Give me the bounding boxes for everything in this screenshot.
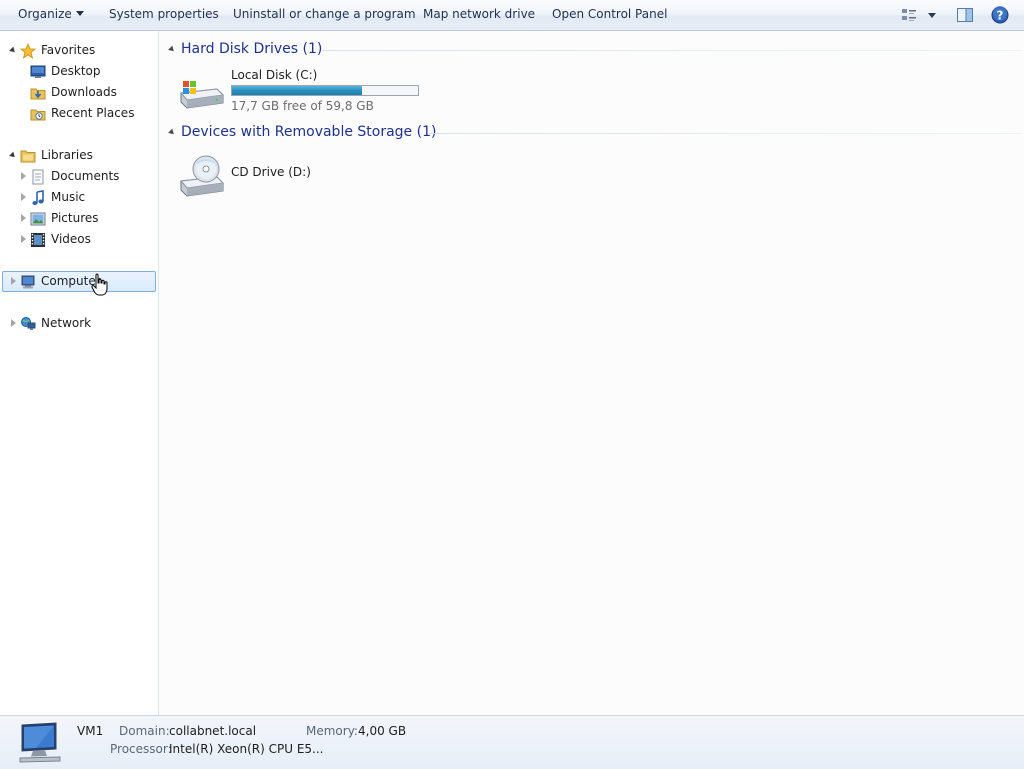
drive-name: CD Drive (D:) bbox=[231, 165, 311, 179]
recent-places-icon bbox=[30, 106, 46, 122]
expand-icon[interactable] bbox=[21, 193, 26, 201]
processor-label: Processor: bbox=[110, 742, 172, 756]
downloads-folder-icon bbox=[30, 85, 46, 101]
processor-value: Intel(R) Xeon(R) CPU E5... bbox=[169, 742, 324, 756]
nav-favorites[interactable]: Favorites bbox=[0, 40, 158, 61]
expand-icon[interactable] bbox=[21, 235, 26, 243]
collapse-group-icon[interactable] bbox=[168, 128, 176, 137]
nav-item-documents[interactable]: Documents bbox=[0, 166, 158, 187]
collapse-group-icon[interactable] bbox=[168, 45, 176, 54]
drive-usage-fill bbox=[232, 86, 363, 95]
nav-item-label: Videos bbox=[51, 232, 91, 246]
cd-drive-icon bbox=[177, 151, 225, 199]
domain-label: Domain: bbox=[119, 724, 170, 738]
nav-item-videos[interactable]: Videos bbox=[0, 229, 158, 250]
expand-icon[interactable] bbox=[11, 277, 16, 285]
nav-item-music[interactable]: Music bbox=[0, 187, 158, 208]
nav-item-downloads[interactable]: Downloads bbox=[0, 82, 158, 103]
network-icon bbox=[20, 316, 36, 332]
nav-item-label: Desktop bbox=[51, 64, 101, 78]
nav-computer[interactable]: Computer bbox=[0, 271, 158, 292]
expand-icon[interactable] bbox=[21, 172, 26, 180]
nav-item-label: Recent Places bbox=[51, 106, 135, 120]
drive-usage-bar bbox=[231, 85, 419, 96]
nav-network-label: Network bbox=[41, 316, 92, 330]
nav-libraries[interactable]: Libraries bbox=[0, 145, 158, 166]
help-icon[interactable]: ? bbox=[991, 6, 1009, 24]
views-icon[interactable] bbox=[901, 6, 919, 24]
command-bar: Organize System properties Uninstall or … bbox=[0, 0, 1024, 31]
memory-value: 4,00 GB bbox=[358, 724, 407, 738]
drive-name: Local Disk (C:) bbox=[231, 68, 318, 82]
desktop-icon bbox=[30, 64, 46, 80]
organize-button[interactable]: Organize bbox=[18, 7, 84, 21]
drive-item-cd-drive-d[interactable]: CD Drive (D:) bbox=[175, 149, 425, 199]
map-network-drive-button[interactable]: Map network drive bbox=[423, 7, 535, 21]
pictures-icon bbox=[30, 211, 46, 227]
hand-cursor-icon bbox=[91, 273, 109, 297]
videos-icon bbox=[30, 232, 46, 248]
preview-pane-icon[interactable] bbox=[956, 6, 974, 24]
nav-item-label: Pictures bbox=[51, 211, 99, 225]
svg-text:?: ? bbox=[997, 9, 1004, 23]
group-header-hard-disks[interactable]: Hard Disk Drives (1) bbox=[181, 41, 322, 57]
expand-icon[interactable] bbox=[9, 151, 17, 160]
nav-item-recent-places[interactable]: Recent Places bbox=[0, 103, 158, 124]
nav-item-desktop[interactable]: Desktop bbox=[0, 61, 158, 82]
drive-item-local-disk-c[interactable]: Local Disk (C:) 17,7 GB free of 59,8 GB bbox=[175, 67, 425, 115]
computer-large-icon bbox=[16, 721, 64, 765]
organize-label: Organize bbox=[18, 7, 72, 21]
group-header-removable[interactable]: Devices with Removable Storage (1) bbox=[181, 124, 436, 140]
nav-item-label: Music bbox=[51, 190, 86, 204]
organize-dropdown-icon bbox=[75, 11, 84, 16]
domain-value: collabnet.local bbox=[169, 724, 257, 738]
system-properties-button[interactable]: System properties bbox=[109, 7, 219, 21]
nav-network[interactable]: Network bbox=[0, 313, 158, 334]
nav-libraries-label: Libraries bbox=[41, 148, 93, 162]
memory-label: Memory: bbox=[306, 724, 358, 738]
views-dropdown-icon[interactable] bbox=[924, 6, 942, 24]
group-divider bbox=[322, 50, 1022, 51]
star-icon bbox=[19, 42, 37, 59]
navigation-pane: Favorites Desktop Downloads Recent Place… bbox=[0, 31, 159, 715]
documents-icon bbox=[30, 169, 46, 185]
uninstall-program-button[interactable]: Uninstall or change a program bbox=[233, 7, 416, 21]
expand-icon[interactable] bbox=[21, 214, 26, 222]
drive-free-space: 17,7 GB free of 59,8 GB bbox=[231, 99, 374, 113]
libraries-icon bbox=[20, 148, 36, 164]
group-divider bbox=[429, 133, 1022, 134]
computer-icon bbox=[20, 274, 36, 290]
computer-name: VM1 bbox=[77, 724, 104, 738]
nav-favorites-label: Favorites bbox=[41, 43, 96, 57]
nav-item-pictures[interactable]: Pictures bbox=[0, 208, 158, 229]
nav-item-label: Documents bbox=[51, 169, 120, 183]
expand-icon[interactable] bbox=[9, 46, 17, 55]
content-area: Hard Disk Drives (1) Local Disk (C:) 17,… bbox=[159, 31, 1024, 715]
details-pane: VM1 Domain: collabnet.local Memory: 4,00… bbox=[0, 715, 1024, 769]
expand-icon[interactable] bbox=[11, 319, 16, 327]
nav-item-label: Downloads bbox=[51, 85, 117, 99]
open-control-panel-button[interactable]: Open Control Panel bbox=[552, 7, 667, 21]
music-icon bbox=[30, 190, 46, 206]
hard-drive-icon bbox=[177, 75, 225, 111]
